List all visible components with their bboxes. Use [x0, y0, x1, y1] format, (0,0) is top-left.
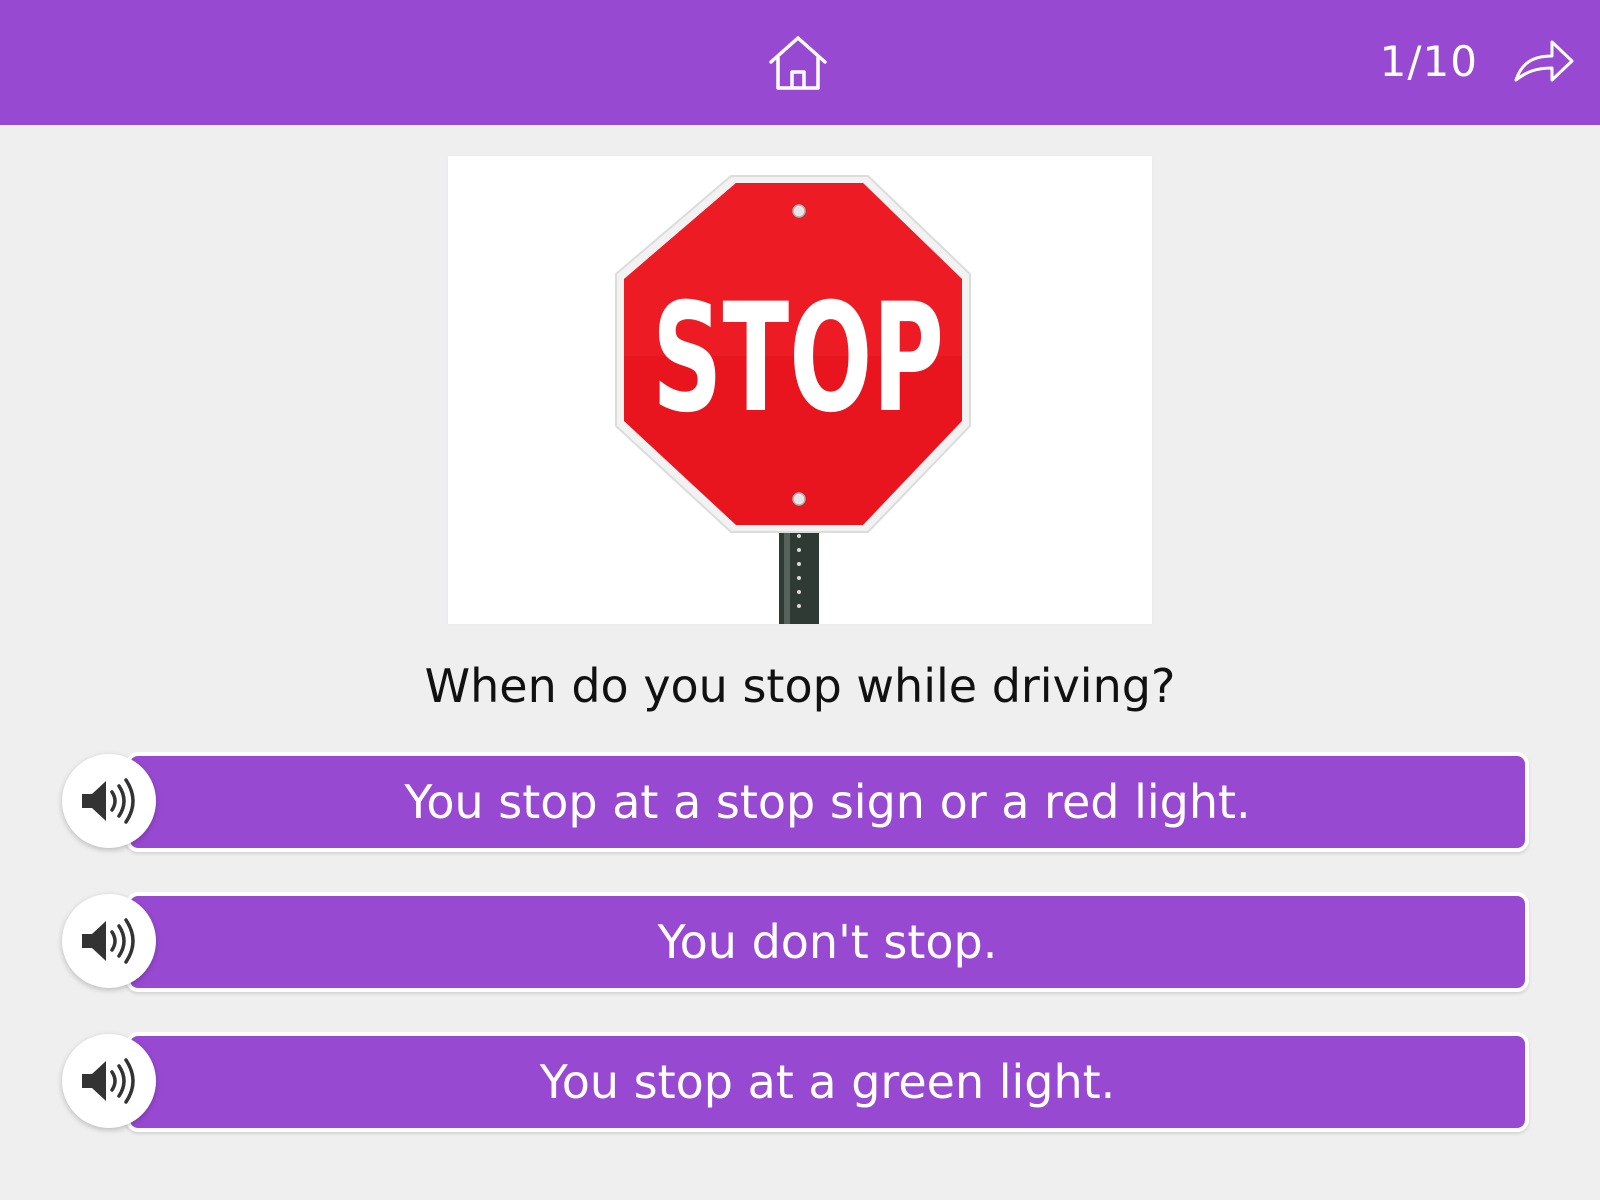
stop-sign-text: STOP	[652, 272, 944, 446]
answer-button[interactable]: You stop at a stop sign or a red light.	[126, 752, 1529, 852]
top-bar: 1/10	[0, 0, 1600, 125]
question-text: When do you stop while driving?	[424, 659, 1176, 713]
next-button[interactable]	[1512, 36, 1576, 86]
home-icon	[769, 36, 827, 90]
speaker-icon	[82, 1058, 135, 1104]
stop-sign-image: STOP	[615, 175, 971, 624]
answer-option: You stop at a green light.	[62, 1030, 1532, 1140]
answer-button[interactable]: You stop at a green light.	[126, 1032, 1529, 1132]
audio-button[interactable]	[62, 754, 156, 848]
question-image: STOP	[448, 156, 1152, 624]
answer-option: You don't stop.	[62, 890, 1532, 1000]
audio-button[interactable]	[62, 1034, 156, 1128]
speaker-icon	[82, 918, 135, 964]
question-progress: 1/10	[1379, 37, 1478, 86]
home-button[interactable]	[766, 32, 830, 94]
audio-button[interactable]	[62, 894, 156, 988]
answer-option: You stop at a stop sign or a red light.	[62, 750, 1532, 860]
speaker-icon	[82, 778, 135, 824]
answer-button[interactable]: You don't stop.	[126, 892, 1529, 992]
forward-arrow-icon	[1514, 40, 1574, 82]
